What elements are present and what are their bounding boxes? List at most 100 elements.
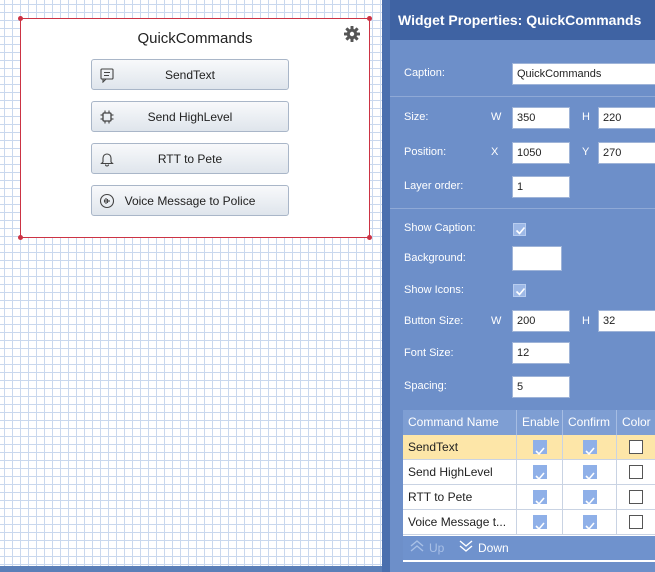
show-caption-checkbox[interactable]: [513, 223, 526, 236]
color-cell: [617, 435, 655, 459]
rtt-to-pete-button[interactable]: RTT to Pete: [91, 143, 289, 174]
gear-icon[interactable]: [343, 25, 361, 43]
button-label: Send HighLevel: [147, 109, 233, 124]
enable-cell: [517, 510, 563, 534]
enable-checkbox[interactable]: [533, 440, 547, 456]
sendtext-button[interactable]: SendText: [91, 59, 289, 90]
quickcommands-widget[interactable]: QuickCommands SendText Send HighLevel RT…: [18, 16, 372, 240]
message-icon: [92, 67, 122, 83]
confirm-checkbox[interactable]: [583, 440, 597, 456]
command-name-cell: Send HighLevel: [403, 460, 517, 484]
widget-caption: QuickCommands: [137, 30, 253, 47]
canvas-horizontal-scrollbar[interactable]: [0, 566, 382, 572]
enable-cell: [517, 485, 563, 509]
column-enable[interactable]: Enable: [517, 410, 563, 435]
send-highlevel-button[interactable]: Send HighLevel: [91, 101, 289, 132]
font-size-label: Font Size:: [404, 347, 454, 359]
color-checkbox[interactable]: [629, 465, 643, 479]
background-color-swatch[interactable]: [512, 246, 562, 271]
voice-icon: [92, 193, 122, 209]
caption-input[interactable]: QuickCommands: [512, 63, 655, 85]
color-cell: [617, 460, 655, 484]
enable-checkbox[interactable]: [533, 515, 547, 531]
position-y-label: Y: [582, 146, 590, 158]
confirm-checkbox[interactable]: [583, 490, 597, 506]
button-label: Voice Message to Police: [124, 193, 256, 208]
confirm-checkbox[interactable]: [583, 515, 597, 531]
column-command-name[interactable]: Command Name: [403, 410, 517, 435]
table-row[interactable]: Voice Message t...: [403, 510, 655, 535]
button-h-label: H: [582, 315, 590, 327]
show-caption-label: Show Caption:: [404, 222, 476, 234]
spacing-label: Spacing:: [404, 380, 447, 392]
layer-order-input[interactable]: 1: [512, 176, 570, 198]
background-label: Background:: [404, 252, 466, 264]
color-checkbox[interactable]: [629, 490, 643, 504]
resize-handle-bottom-right[interactable]: [367, 235, 372, 240]
commands-grid: Command Name Enable Confirm Color SendTe…: [403, 410, 655, 562]
table-row[interactable]: SendText: [403, 435, 655, 460]
spacing-input[interactable]: 5: [512, 376, 570, 398]
button-width-input[interactable]: 200: [512, 310, 570, 332]
size-height-input[interactable]: 220: [598, 107, 655, 129]
double-chevron-down-icon: [458, 539, 474, 556]
confirm-cell: [563, 485, 617, 509]
show-icons-label: Show Icons:: [404, 284, 464, 296]
widget-properties-panel: Widget Properties: QuickCommands Caption…: [382, 0, 655, 572]
move-up-button[interactable]: Up: [409, 539, 444, 556]
grid-header: Command Name Enable Confirm Color: [403, 410, 655, 435]
button-height-input[interactable]: 32: [598, 310, 655, 332]
confirm-cell: [563, 510, 617, 534]
command-name-cell: Voice Message t...: [403, 510, 517, 534]
caption-label: Caption:: [404, 67, 445, 79]
resize-handle-top-left[interactable]: [18, 16, 23, 21]
size-width-input[interactable]: 350: [512, 107, 570, 129]
button-size-label: Button Size:: [404, 315, 464, 327]
size-h-label: H: [582, 111, 590, 123]
bell-icon: [92, 151, 122, 167]
grid-footer: Up Down: [403, 536, 655, 560]
column-confirm[interactable]: Confirm: [563, 410, 617, 435]
enable-cell: [517, 460, 563, 484]
position-x-input[interactable]: 1050: [512, 142, 570, 164]
show-icons-checkbox[interactable]: [513, 284, 526, 297]
voice-message-to-police-button[interactable]: Voice Message to Police: [91, 185, 289, 216]
section-divider: [390, 208, 655, 209]
layer-order-label: Layer order:: [404, 180, 464, 192]
confirm-cell: [563, 460, 617, 484]
size-label: Size:: [404, 111, 429, 123]
table-row[interactable]: Send HighLevel: [403, 460, 655, 485]
resize-handle-bottom-left[interactable]: [18, 235, 23, 240]
command-name-cell: SendText: [403, 435, 517, 459]
section-divider: [390, 96, 655, 97]
chip-icon: [92, 109, 122, 125]
properties-body: Widget Properties: QuickCommands Caption…: [390, 0, 655, 572]
position-x-label: X: [491, 146, 499, 158]
confirm-cell: [563, 435, 617, 459]
button-label: SendText: [164, 67, 216, 82]
column-color[interactable]: Color: [617, 410, 655, 435]
double-chevron-up-icon: [409, 539, 425, 556]
color-cell: [617, 510, 655, 534]
move-down-button[interactable]: Down: [458, 539, 509, 556]
enable-cell: [517, 435, 563, 459]
design-canvas[interactable]: QuickCommands SendText Send HighLevel RT…: [0, 0, 382, 572]
move-down-label: Down: [478, 540, 509, 555]
position-y-input[interactable]: 270: [598, 142, 655, 164]
enable-checkbox[interactable]: [533, 490, 547, 506]
position-label: Position:: [404, 146, 447, 158]
color-checkbox[interactable]: [629, 440, 643, 454]
resize-handle-top-right[interactable]: [367, 16, 372, 21]
color-cell: [617, 485, 655, 509]
table-row[interactable]: RTT to Pete: [403, 485, 655, 510]
command-name-cell: RTT to Pete: [403, 485, 517, 509]
size-w-label: W: [491, 111, 502, 123]
button-label: RTT to Pete: [157, 151, 223, 166]
panel-title: Widget Properties: QuickCommands: [390, 0, 655, 40]
move-up-label: Up: [429, 540, 445, 555]
confirm-checkbox[interactable]: [583, 465, 597, 481]
font-size-input[interactable]: 12: [512, 342, 570, 364]
enable-checkbox[interactable]: [533, 465, 547, 481]
color-checkbox[interactable]: [629, 515, 643, 529]
button-w-label: W: [491, 315, 502, 327]
